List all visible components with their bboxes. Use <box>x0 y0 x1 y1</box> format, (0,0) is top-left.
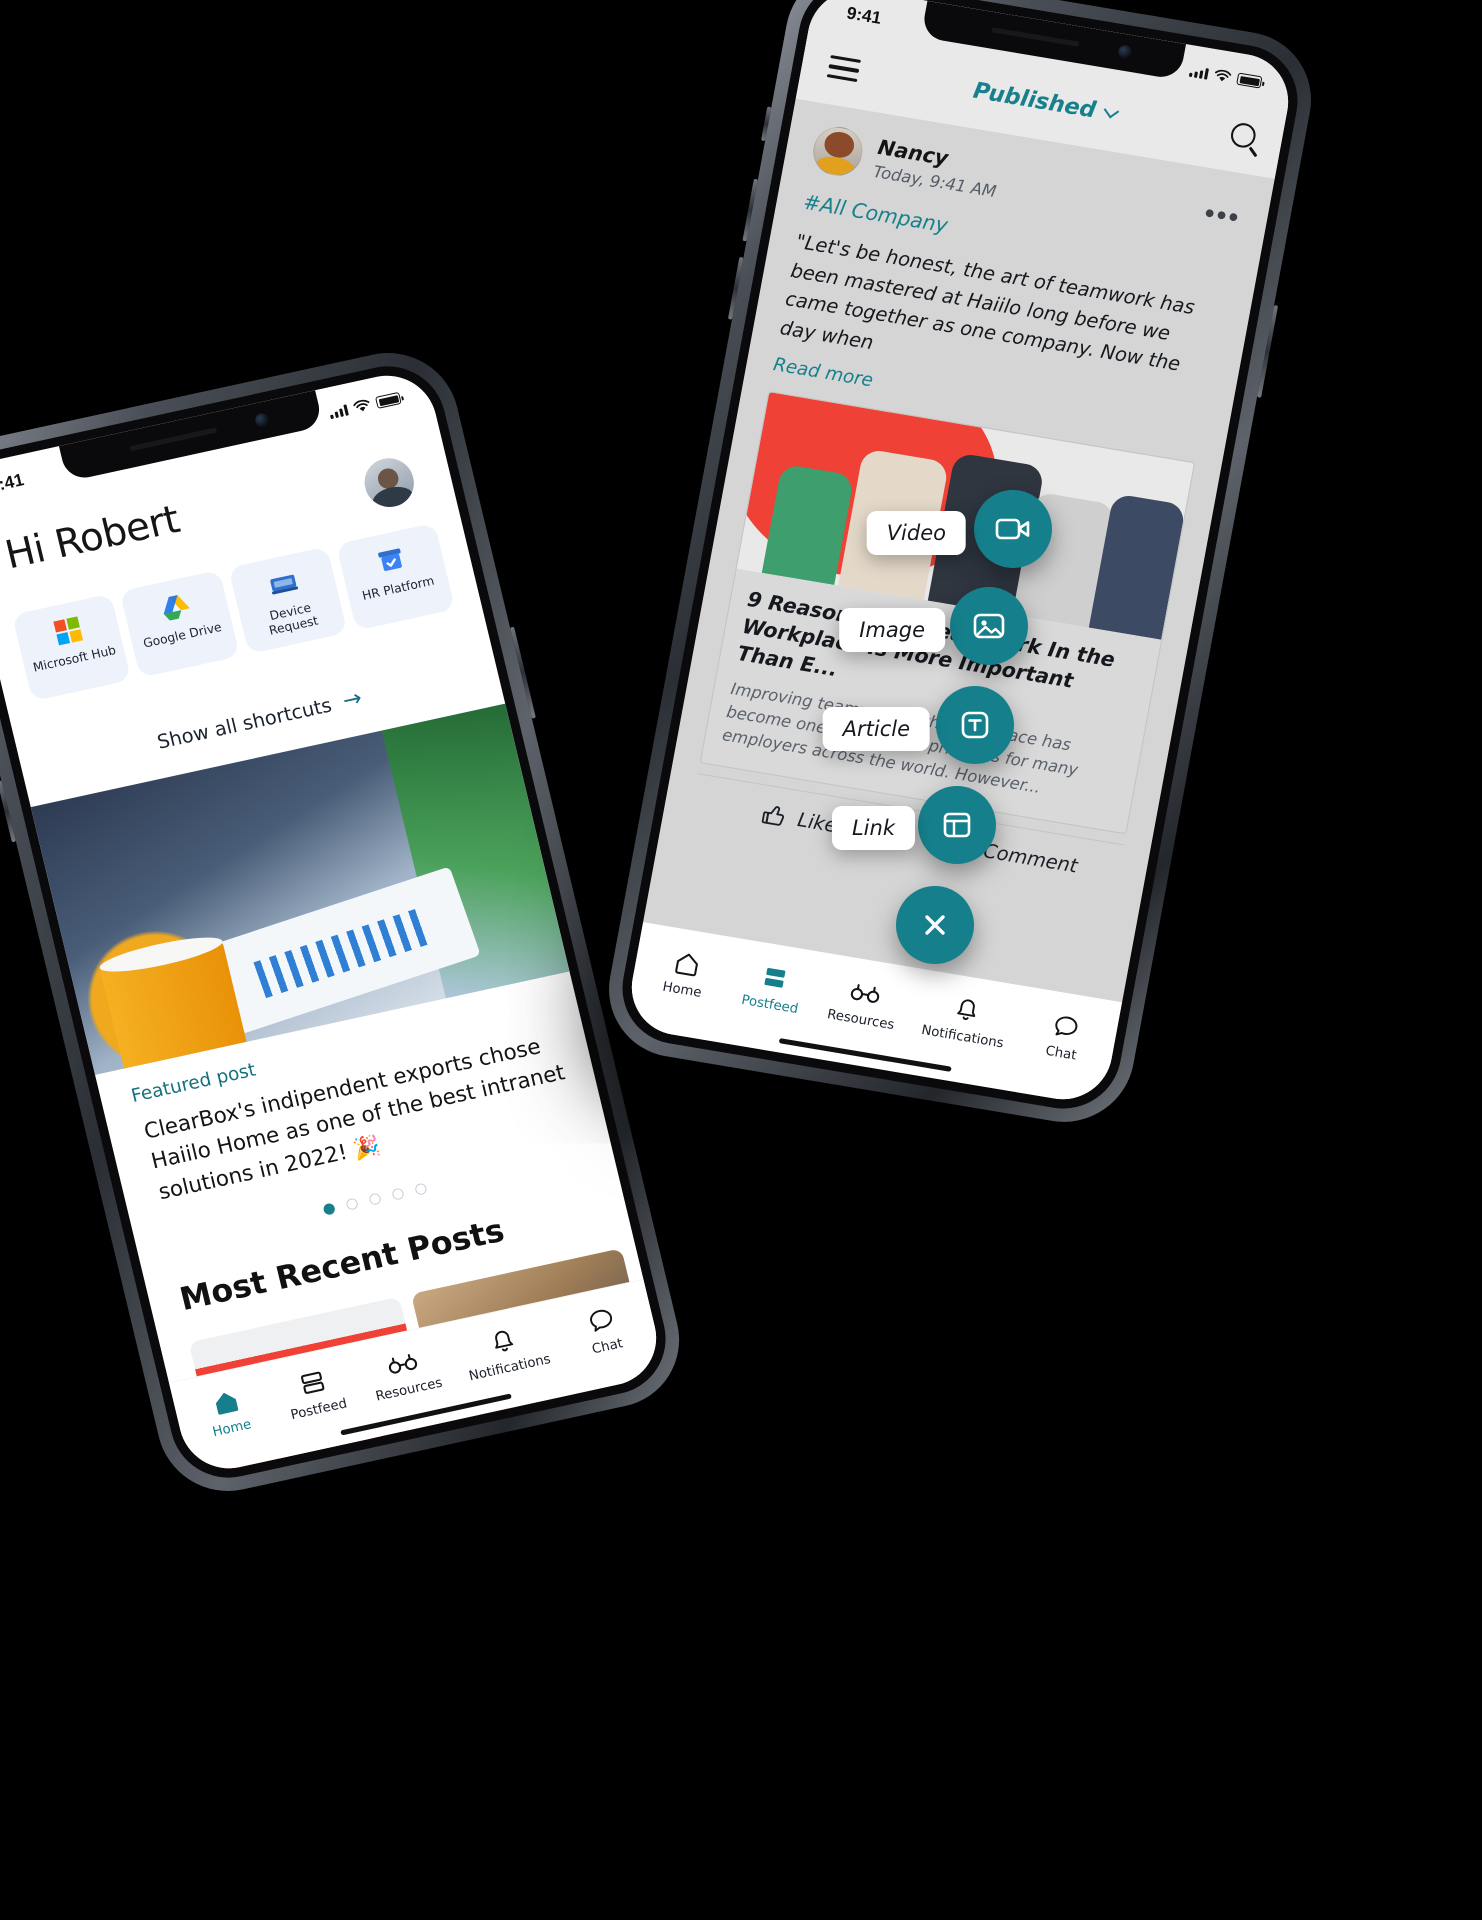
fab-link-button[interactable] <box>918 786 996 864</box>
fab-close-button[interactable] <box>896 886 974 964</box>
article-text-icon <box>961 711 989 739</box>
video-camera-icon <box>995 518 1030 540</box>
close-icon <box>925 915 945 935</box>
fab-article-label[interactable]: Article <box>822 707 930 751</box>
fab-image-button[interactable] <box>950 587 1028 665</box>
create-post-speed-dial: Video Image Article Link <box>0 0 1482 1920</box>
fab-article-button[interactable] <box>936 686 1014 764</box>
link-table-icon <box>943 812 971 838</box>
fab-link-label[interactable]: Link <box>831 806 915 850</box>
fab-image-label[interactable]: Image <box>839 608 945 652</box>
image-icon <box>973 613 1005 639</box>
fab-video-label[interactable]: Video <box>866 511 966 555</box>
fab-video-button[interactable] <box>974 490 1052 568</box>
screenshot-stage: 9:41 Hi Robert Microsoft Hub Google Driv… <box>0 0 1482 1920</box>
